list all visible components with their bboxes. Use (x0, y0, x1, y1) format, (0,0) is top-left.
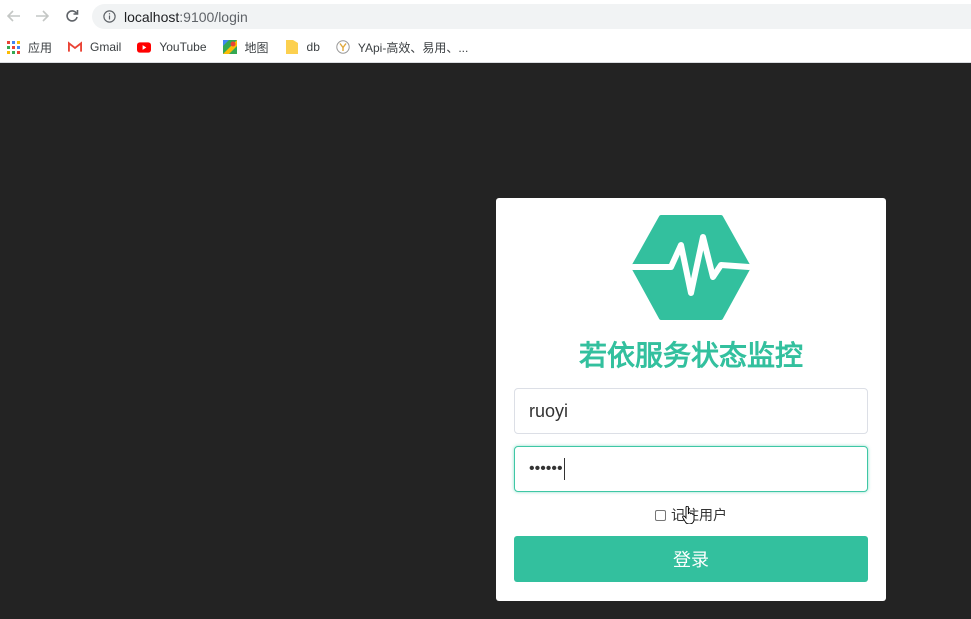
browser-chrome: localhost:9100/login 应用 Gmail YouTube 地图… (0, 0, 971, 63)
username-input[interactable]: ruoyi (514, 388, 868, 434)
bookmark-yapi[interactable]: YApi-高效、易用、... (336, 37, 468, 57)
bookmark-label: 应用 (28, 40, 53, 55)
reload-button[interactable] (61, 5, 83, 27)
bookmark-db[interactable]: db (285, 37, 320, 57)
arrow-right-icon (36, 10, 49, 22)
bookmark-label: 地图 (244, 40, 269, 55)
bookmark-maps[interactable]: 地图 (222, 37, 269, 57)
remember-label: 记住用户 (671, 508, 727, 524)
info-icon[interactable] (102, 10, 116, 24)
bookmark-label: YApi-高效、易用、... (357, 40, 469, 55)
password-input[interactable]: •••••• (514, 446, 868, 492)
bookmark-label: db (306, 40, 320, 54)
url-path: :9100/login (179, 8, 248, 25)
heartbeat-logo-icon (630, 215, 752, 320)
bookmark-label: YouTube (159, 40, 207, 54)
hand-pointer-icon (682, 505, 696, 525)
back-button[interactable] (3, 5, 25, 27)
username-value: ruoyi (529, 400, 569, 421)
maps-icon (222, 40, 237, 54)
gmail-icon (68, 40, 83, 54)
browser-toolbar: localhost:9100/login (0, 0, 971, 33)
url-text: localhost:9100/login (124, 9, 248, 25)
address-bar[interactable]: localhost:9100/login (92, 4, 971, 29)
password-value: •••••• (529, 460, 563, 477)
remember-checkbox[interactable] (655, 509, 666, 521)
bookmark-gmail[interactable]: Gmail (68, 37, 121, 57)
arrow-left-icon (7, 10, 20, 22)
login-button-label: 登录 (673, 550, 709, 571)
page-title: 若依服务状态监控 (578, 339, 803, 372)
yapi-icon (336, 40, 350, 54)
reload-icon (66, 10, 79, 22)
login-button[interactable]: 登录 (514, 536, 868, 582)
forward-button[interactable] (31, 5, 53, 27)
folder-icon (285, 40, 299, 54)
text-caret (563, 458, 565, 480)
youtube-icon (137, 40, 152, 54)
bookmark-apps[interactable]: 应用 (6, 37, 52, 57)
bookmark-youtube[interactable]: YouTube (137, 37, 207, 57)
bookmarks-bar: 应用 Gmail YouTube 地图 db YApi-高效、易用、... (0, 35, 971, 59)
login-card: 若依服务状态监控 ruoyi •••••• 记住用户 登录 (496, 198, 886, 601)
url-host: localhost (124, 8, 180, 25)
bookmark-label: Gmail (90, 40, 122, 54)
apps-grid-icon (6, 40, 20, 54)
